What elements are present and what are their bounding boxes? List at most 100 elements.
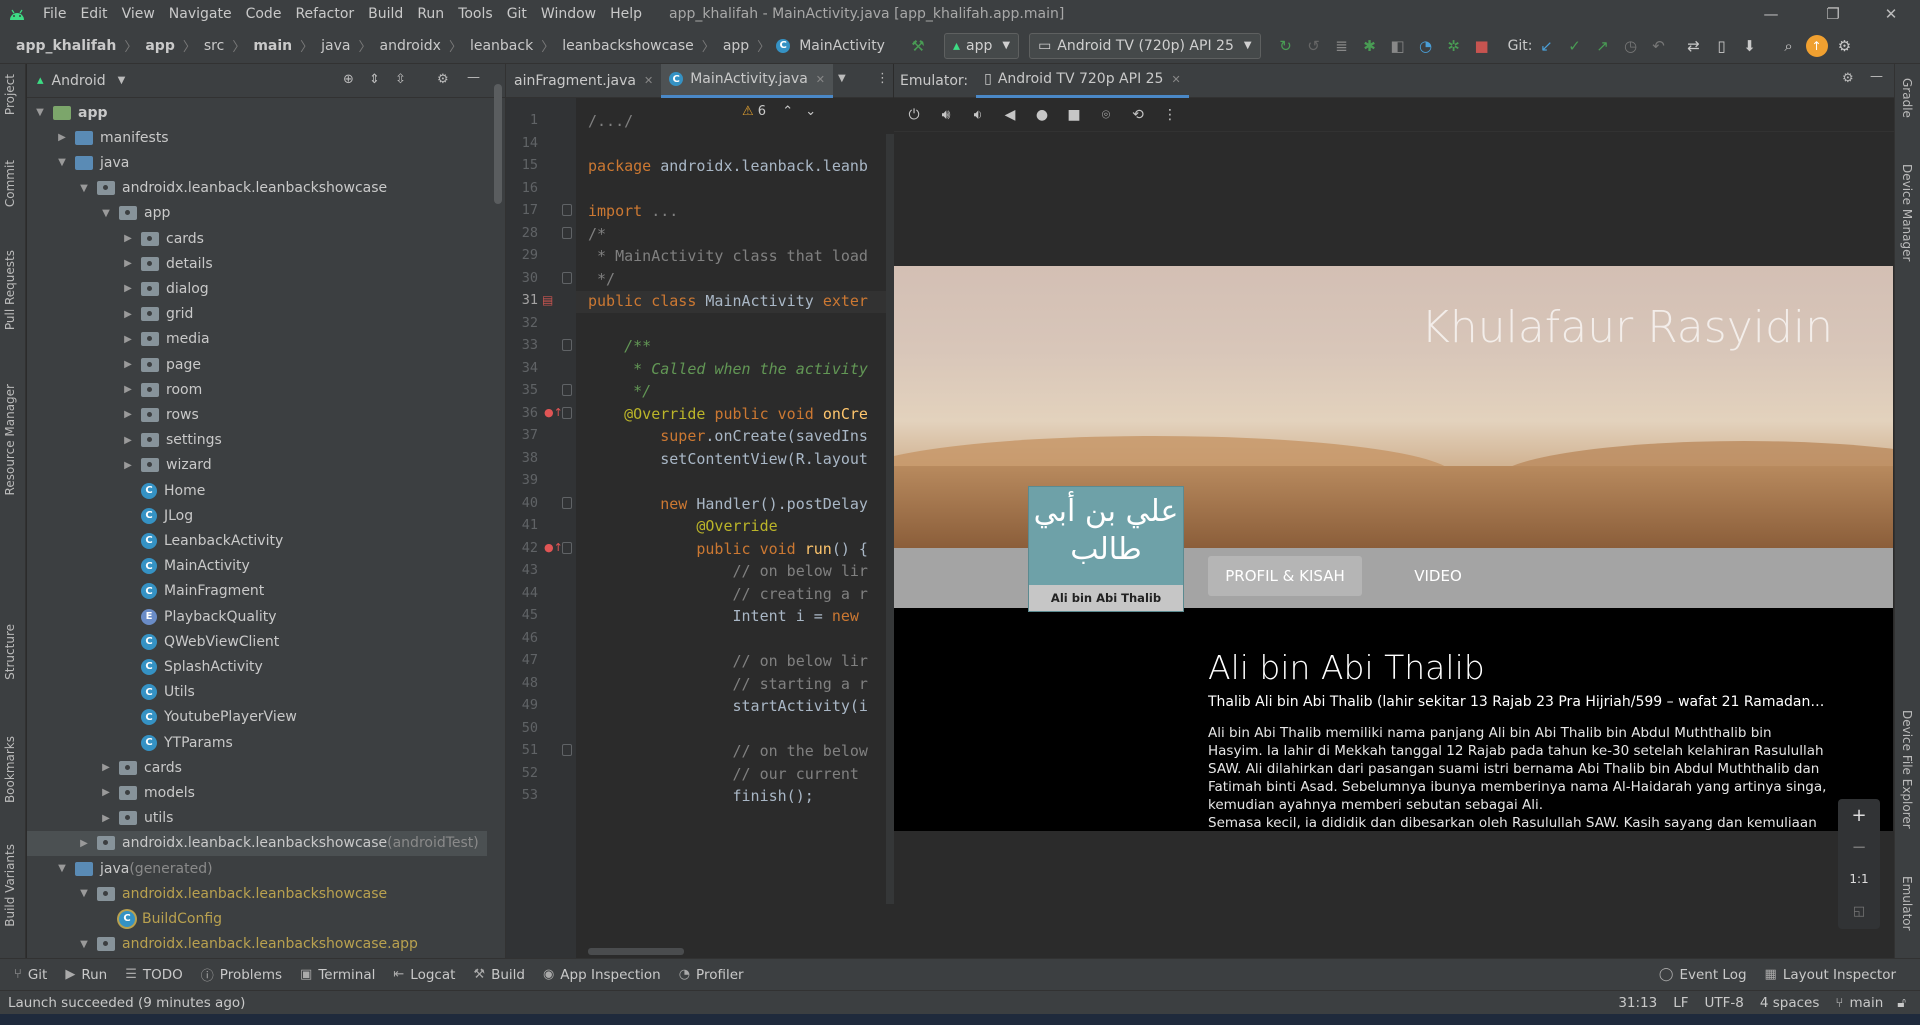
tree-node[interactable]: ▼ app [27, 100, 487, 125]
gear-icon[interactable]: ⚙ [437, 72, 449, 87]
breadcrumb-item[interactable]: app [143, 38, 177, 54]
snapshot-icon[interactable]: ⟲ [1126, 104, 1150, 126]
sync-gradle-icon[interactable]: ⇄ [1683, 35, 1705, 57]
breadcrumb-item[interactable]: leanback [468, 38, 535, 54]
tree-node[interactable]: C JLog [27, 503, 487, 528]
home-icon[interactable]: ● [1030, 104, 1054, 126]
power-icon[interactable]: ⏻ [902, 104, 926, 126]
tree-node[interactable]: ▶ dialog [27, 276, 487, 301]
tab-commit[interactable]: Commit [3, 160, 17, 207]
zoom-fit-icon[interactable]: ◱ [1838, 895, 1880, 927]
tree-node[interactable]: ▶ details [27, 251, 487, 276]
tool-problems[interactable]: ⓘ Problems [201, 965, 282, 985]
volume-down-icon[interactable]: 🔉︎ [966, 104, 990, 126]
list-icon[interactable]: ≣ [1331, 35, 1353, 57]
coverage-icon[interactable]: ◧ [1387, 35, 1409, 57]
breadcrumb-item[interactable]: src [202, 38, 226, 54]
git-update-icon[interactable]: ↙ [1536, 35, 1558, 57]
hammer-icon[interactable]: ⚒ [907, 35, 929, 57]
tree-node[interactable]: ▶ manifests [27, 125, 487, 150]
inspection-widget[interactable]: ⚠ 6 ⌃ ⌄ [742, 104, 816, 119]
line-separator[interactable]: LF [1673, 995, 1688, 1011]
menu-build[interactable]: Build [361, 6, 410, 22]
menu-code[interactable]: Code [239, 6, 289, 22]
history-icon[interactable]: ◷ [1620, 35, 1642, 57]
zoom-actual-button[interactable]: 1:1 [1838, 863, 1880, 895]
tab-project[interactable]: Project [3, 74, 17, 115]
close-icon[interactable]: ✕ [644, 74, 653, 87]
project-view-select[interactable]: Android [52, 73, 106, 89]
close-icon[interactable]: ✕ [816, 73, 825, 86]
collapse-all-icon[interactable]: ⇳ [395, 72, 406, 87]
expand-arrow-icon[interactable]: ▶ [99, 787, 113, 798]
tree-node[interactable]: ▼ androidx.leanback.leanbackshowcase [27, 176, 487, 201]
menu-window[interactable]: Window [534, 6, 603, 22]
tool-logcat[interactable]: ⇤ Logcat [393, 967, 455, 983]
tool-terminal[interactable]: ▣ Terminal [300, 967, 375, 983]
apply-changes-icon[interactable]: ↺ [1303, 35, 1325, 57]
locate-icon[interactable]: ⊕ [343, 72, 354, 87]
tree-node[interactable]: ▶ wizard [27, 453, 487, 478]
rerun-icon[interactable]: ↻ [1275, 35, 1297, 57]
tree-node[interactable]: C MainFragment [27, 579, 487, 604]
chevron-down-icon[interactable]: ▼ [838, 73, 846, 84]
volume-up-icon[interactable]: 🔊︎ [934, 104, 958, 126]
back-icon[interactable]: ◀ [998, 104, 1022, 126]
breadcrumb-item[interactable]: MainActivity [797, 38, 887, 54]
tab-pull-requests[interactable]: Pull Requests [3, 250, 17, 330]
tab-structure[interactable]: Structure [3, 624, 17, 680]
chevron-up-icon[interactable]: ⌃ [782, 104, 793, 119]
tab-video[interactable]: VIDEO [1398, 556, 1478, 596]
breadcrumb-item[interactable]: app [721, 38, 751, 54]
file-encoding[interactable]: UTF-8 [1705, 995, 1744, 1011]
expand-arrow-icon[interactable]: ▼ [77, 888, 91, 899]
tree-node[interactable]: C MainActivity [27, 554, 487, 579]
debug-icon[interactable]: ✱ [1359, 35, 1381, 57]
update-icon[interactable]: ↑ [1805, 34, 1828, 57]
tool-profiler[interactable]: ◔ Profiler [679, 967, 744, 983]
tree-node[interactable]: C YTParams [27, 730, 487, 755]
device-manager-icon[interactable]: ▯ [1711, 35, 1733, 57]
git-commit-icon[interactable]: ✓ [1564, 35, 1586, 57]
tree-node[interactable]: ▼ androidx.leanback.leanbackshowcase [27, 881, 487, 906]
tab-device-file-explorer[interactable]: Device File Explorer [1900, 710, 1914, 829]
tree-node[interactable]: ▶ cards [27, 755, 487, 780]
menu-edit[interactable]: Edit [73, 6, 114, 22]
sdk-manager-icon[interactable]: ⬇ [1739, 35, 1761, 57]
expand-arrow-icon[interactable]: ▶ [121, 283, 135, 294]
tree-node[interactable]: ▶ utils [27, 806, 487, 831]
more-icon[interactable]: ⋮ [1158, 104, 1182, 126]
indent-setting[interactable]: 4 spaces [1760, 995, 1820, 1011]
git-branch[interactable]: main [1850, 995, 1884, 1011]
minimize-button[interactable]: — [1748, 0, 1794, 28]
tab-mainfragment-java[interactable]: ainFragment.java ✕ [506, 64, 661, 98]
expand-arrow-icon[interactable]: ▶ [121, 258, 135, 269]
tree-node[interactable]: E PlaybackQuality [27, 604, 487, 629]
expand-all-icon[interactable]: ⇕ [369, 72, 380, 87]
tree-node[interactable]: ▶ grid [27, 302, 487, 327]
breadcrumb-item[interactable]: app_khalifah [14, 38, 118, 54]
menu-run[interactable]: Run [410, 6, 451, 22]
menu-view[interactable]: View [115, 6, 162, 22]
profiler-icon[interactable]: ◔ [1415, 35, 1437, 57]
expand-arrow-icon[interactable]: ▼ [55, 157, 69, 168]
tree-node[interactable]: ▶ settings [27, 428, 487, 453]
tree-node[interactable]: C SplashActivity [27, 654, 487, 679]
profile-card[interactable]: علي بن أبي طالب Ali bin Abi Thalib [1028, 486, 1184, 612]
git-push-icon[interactable]: ↗ [1592, 35, 1614, 57]
expand-arrow-icon[interactable]: ▶ [55, 132, 69, 143]
tool-run[interactable]: ▶ Run [65, 967, 107, 983]
expand-arrow-icon[interactable]: ▼ [77, 183, 91, 194]
lock-icon[interactable]: 🔓︎ [1897, 995, 1906, 1011]
tab-resource-manager[interactable]: Resource Manager [3, 384, 17, 495]
tab-emulator-device[interactable]: ▯ Android TV 720p API 25 ✕ [976, 63, 1189, 98]
expand-arrow-icon[interactable]: ▶ [121, 409, 135, 420]
expand-arrow-icon[interactable]: ▼ [33, 107, 47, 118]
tree-node[interactable]: ▼ androidx.leanback.leanbackshowcase.app [27, 932, 487, 957]
expand-arrow-icon[interactable]: ▼ [99, 208, 113, 219]
gear-icon[interactable]: ⚙ [1842, 71, 1854, 86]
tab-device-manager[interactable]: Device Manager [1900, 164, 1914, 261]
breadcrumb-item[interactable]: androidx [378, 38, 443, 54]
tab-gradle[interactable]: Gradle [1900, 78, 1914, 118]
menu-navigate[interactable]: Navigate [162, 6, 239, 22]
